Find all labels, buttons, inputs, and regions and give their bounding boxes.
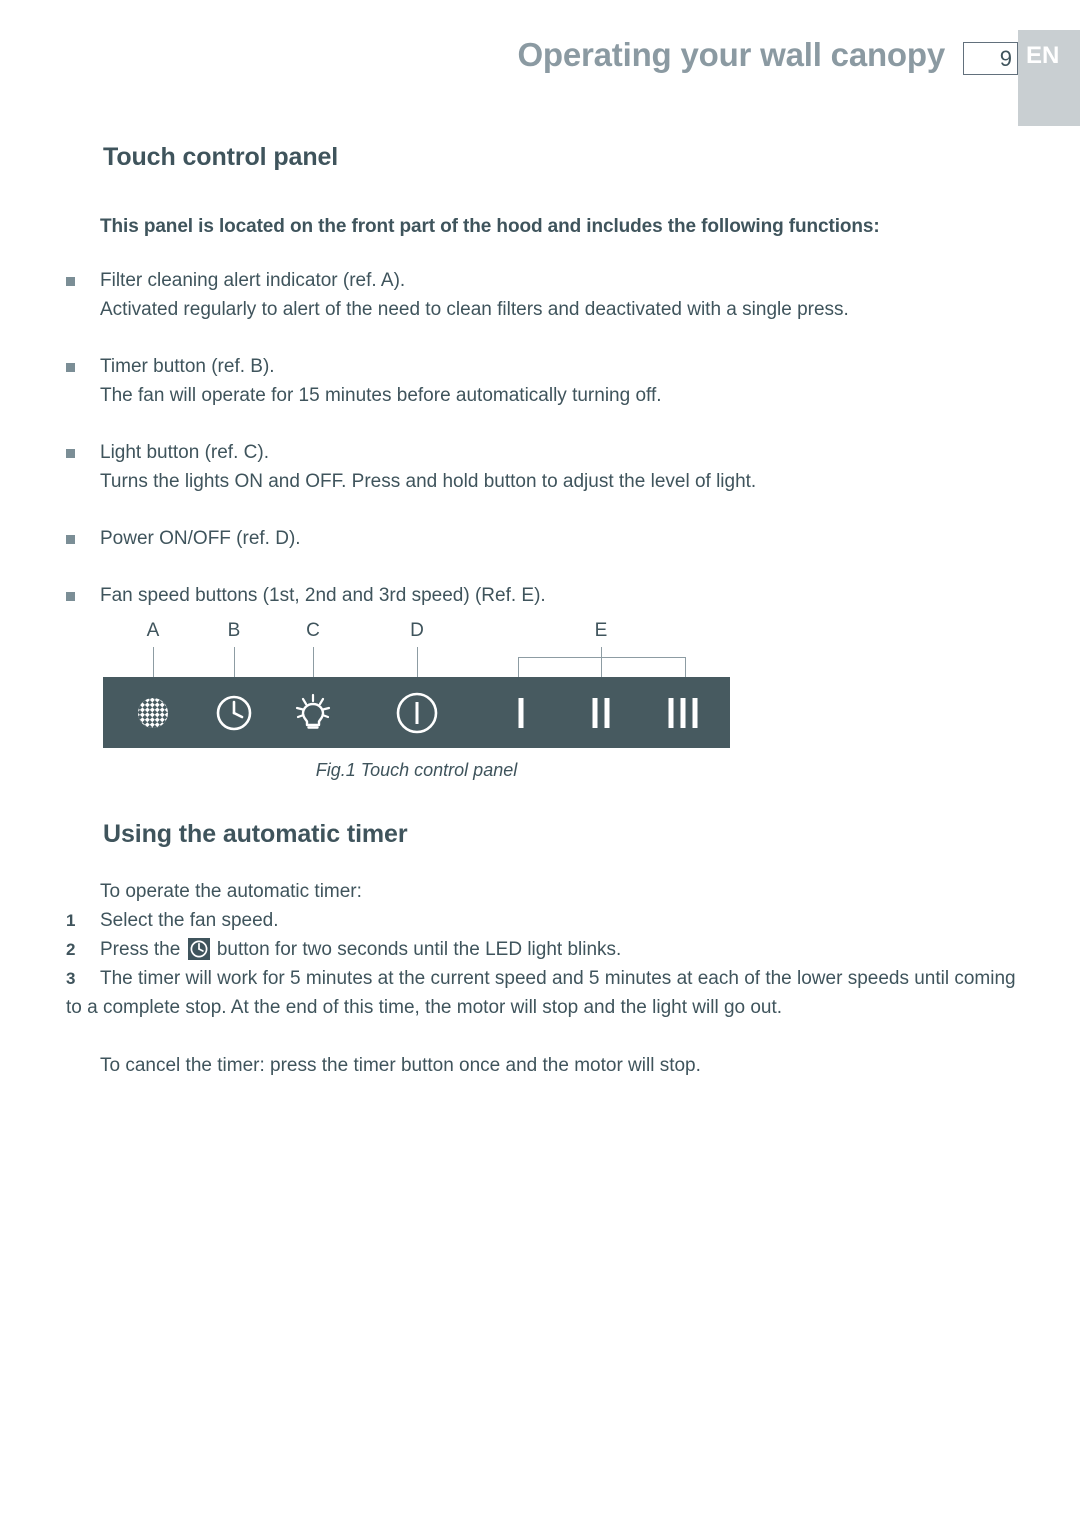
speed-bar [518, 697, 524, 728]
list-item: 1 Select the fan speed. [66, 906, 1016, 935]
step-text-before-icon: Press the [100, 939, 186, 960]
steps-intro: To operate the automatic timer: [100, 881, 362, 902]
list-item: 2 Press the button for two seconds until… [66, 935, 1016, 964]
page-number: 9 [999, 46, 1012, 71]
speed-bar [680, 697, 686, 728]
speed-bar [592, 697, 598, 728]
filter-alert-icon[interactable] [135, 695, 171, 731]
timer-clock-icon[interactable] [214, 693, 254, 733]
list-item-detail: The fan will operate for 15 minutes befo… [100, 385, 662, 406]
callout-label-b: B [227, 620, 241, 641]
section-heading-automatic-timer: Using the automatic timer [103, 820, 408, 848]
list-item: Fan speed buttons (1st, 2nd and 3rd spee… [66, 581, 1016, 610]
functions-bullet-list: Filter cleaning alert indicator (ref. A)… [66, 266, 1016, 638]
bullet-square-icon [66, 277, 75, 286]
bullet-square-icon [66, 535, 75, 544]
list-item-detail: Turns the lights ON and OFF. Press and h… [100, 471, 757, 492]
list-item: Filter cleaning alert indicator (ref. A)… [66, 266, 1016, 324]
speed-2-bars [592, 697, 610, 728]
list-item-title: Power ON/OFF (ref. D). [100, 528, 301, 549]
language-label: EN [1026, 42, 1060, 69]
callout-leader-d [417, 647, 418, 677]
callout-label-c: C [306, 620, 320, 641]
touch-control-panel-graphic [103, 677, 730, 748]
callout-leader-b [234, 647, 235, 677]
speed-bar [692, 697, 698, 728]
clock-icon [187, 938, 210, 960]
list-item-title: Filter cleaning alert indicator (ref. A)… [100, 270, 406, 291]
bullet-square-icon [66, 592, 75, 601]
step-number: 3 [66, 969, 76, 988]
speed-3-bars [668, 697, 698, 728]
callout-label-e: E [594, 620, 608, 641]
speed-1-bars [518, 697, 524, 728]
speed-3-icon[interactable] [668, 697, 698, 728]
section-lead-text: This panel is located on the front part … [100, 216, 880, 237]
page-header: Operating your wall canopy 9 EN [0, 0, 1080, 130]
speed-bar [604, 697, 610, 728]
list-item-detail: Activated regularly to alert of the need… [100, 299, 849, 320]
bullet-square-icon [66, 449, 75, 458]
list-item: 3 The timer will work for 5 minutes at t… [66, 964, 1016, 1022]
list-item-title: Light button (ref. C). [100, 442, 269, 463]
callout-leader-c [313, 647, 314, 677]
callout-leader-a [153, 647, 154, 677]
step-text-after-icon: button for two seconds until the LED lig… [211, 939, 622, 960]
list-item: Timer button (ref. B). The fan will oper… [66, 352, 1016, 410]
speed-2-icon[interactable] [592, 697, 610, 728]
callout-label-d: D [410, 620, 424, 641]
step-text: Select the fan speed. [100, 910, 279, 931]
figure-touch-control-panel: A B C D E Fig.1 Touch control panel [103, 620, 743, 780]
speed-1-icon[interactable] [518, 697, 524, 728]
step-number: 1 [66, 911, 76, 930]
language-tab: EN [1018, 30, 1080, 126]
callout-label-a: A [146, 620, 160, 641]
step-number: 2 [66, 940, 76, 959]
callout-labels: A B C D E [103, 620, 743, 678]
automatic-timer-steps: To operate the automatic timer: 1 Select… [66, 877, 1016, 1080]
figure-caption: Fig.1 Touch control panel [315, 760, 518, 780]
power-icon[interactable] [393, 689, 441, 737]
list-item: Light button (ref. C). Turns the lights … [66, 438, 1016, 496]
list-item: Power ON/OFF (ref. D). [66, 524, 1016, 553]
callout-bracket-e [518, 657, 686, 678]
page-title: Operating your wall canopy [517, 36, 945, 73]
speed-bar [668, 697, 674, 728]
light-bulb-icon[interactable] [291, 691, 335, 735]
list-item-title: Fan speed buttons (1st, 2nd and 3rd spee… [100, 585, 546, 606]
bullet-square-icon [66, 363, 75, 372]
page-number-box: 9 [963, 42, 1018, 75]
cancel-timer-note: To cancel the timer: press the timer but… [100, 1055, 701, 1076]
list-item-title: Timer button (ref. B). [100, 356, 275, 377]
section-heading-touch-control-panel: Touch control panel [103, 143, 339, 171]
step-text: The timer will work for 5 minutes at the… [66, 968, 1016, 1018]
